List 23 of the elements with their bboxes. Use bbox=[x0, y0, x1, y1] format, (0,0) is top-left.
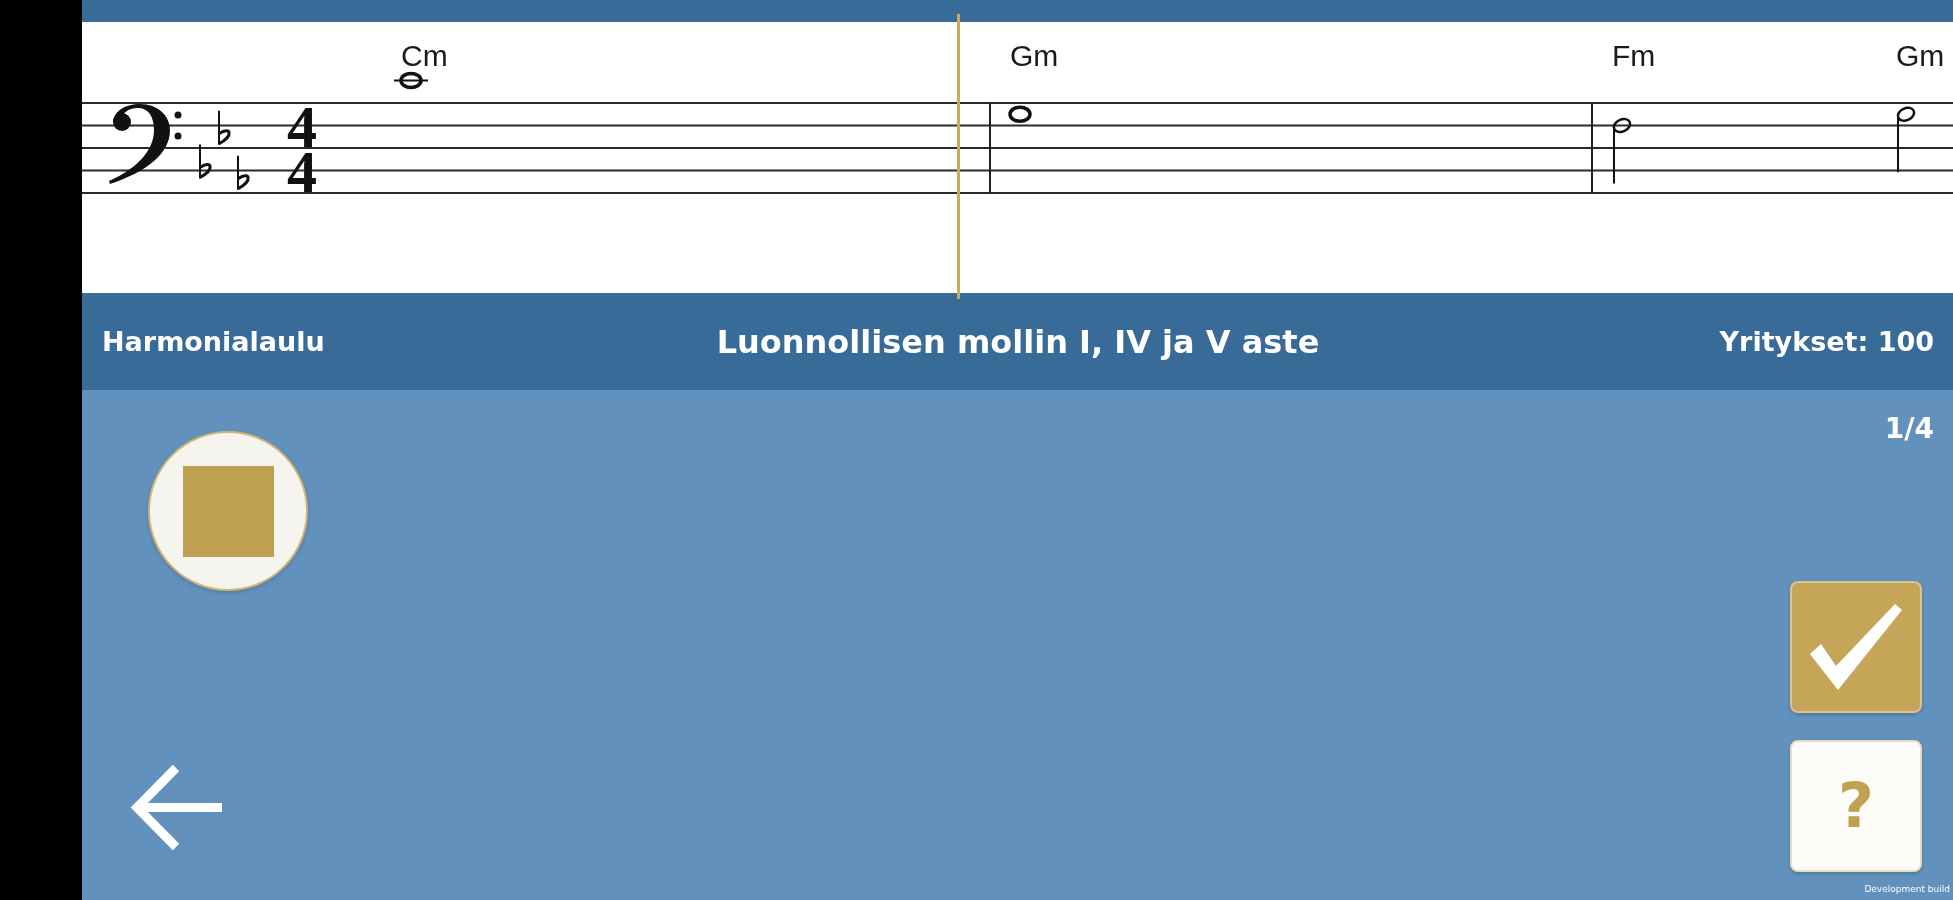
flat-icon bbox=[199, 143, 212, 180]
flat-icon bbox=[218, 109, 231, 146]
back-arrow-icon bbox=[130, 762, 224, 853]
chord-symbol: Gm bbox=[1010, 39, 1059, 72]
checkmark-icon bbox=[1810, 604, 1902, 690]
stop-icon bbox=[182, 465, 274, 557]
back-button[interactable] bbox=[130, 762, 224, 853]
mode-label: Harmonialaulu bbox=[102, 326, 325, 357]
help-button[interactable]: ? bbox=[1790, 740, 1922, 872]
whole-note-icon bbox=[1008, 105, 1032, 123]
progress-counter: 1/4 bbox=[1884, 412, 1934, 445]
half-note-icon bbox=[1896, 106, 1916, 174]
check-button[interactable] bbox=[1790, 581, 1922, 713]
chord-symbol: Fm bbox=[1612, 39, 1656, 72]
whole-note-icon bbox=[393, 71, 429, 90]
bass-clef-icon bbox=[109, 104, 182, 184]
chord-symbol: Gm bbox=[1896, 39, 1945, 72]
attempts-counter: Yritykset: 100 bbox=[1719, 326, 1934, 357]
flat-icon bbox=[237, 154, 250, 191]
half-note-icon bbox=[1612, 117, 1632, 185]
chord-symbol: Cm bbox=[401, 39, 448, 72]
build-label: Development build bbox=[1864, 884, 1950, 895]
exercise-title: Luonnollisen mollin I, IV ja V aste bbox=[716, 322, 1320, 361]
